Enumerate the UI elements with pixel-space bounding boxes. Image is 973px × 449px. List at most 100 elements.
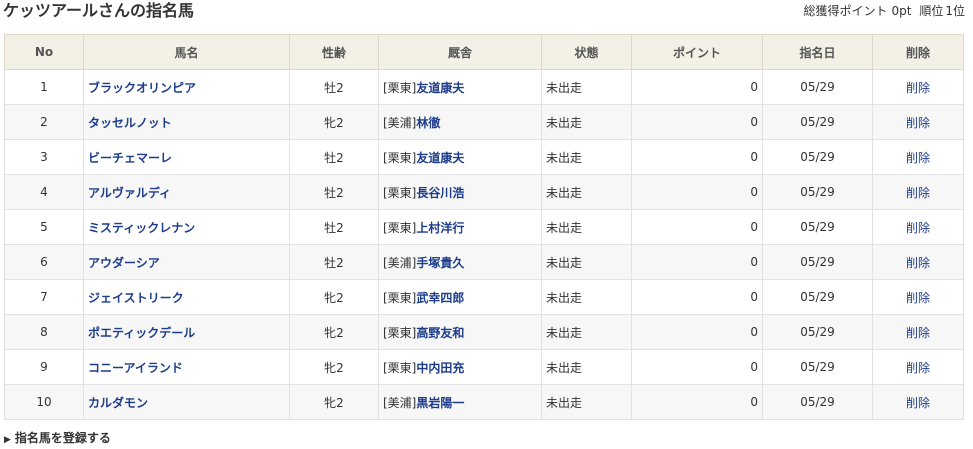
triangle-right-icon: ▶ [4,435,11,445]
col-header-horse: 馬名 [83,34,290,70]
table-row: 3 ビーチェマーレ 牡2 [栗東]友道康夫 未出走 0 05/29 削除 [4,139,964,175]
trainer-link[interactable]: 上村洋行 [416,221,464,235]
delete-cell: 削除 [872,384,964,420]
sex-age: 牡2 [289,244,379,280]
sex-age: 牝2 [289,314,379,350]
delete-link[interactable]: 削除 [906,81,930,95]
table-row: 5 ミスティックレナン 牡2 [栗東]上村洋行 未出走 0 05/29 削除 [4,209,964,245]
rank-value: 1位 [945,4,965,18]
delete-link[interactable]: 削除 [906,291,930,305]
stable-region: [美浦] [383,115,417,130]
points: 0 [631,244,763,280]
pick-date: 05/29 [762,209,873,245]
stable-cell: [栗東]武幸四郎 [378,279,542,315]
horse-name-link[interactable]: ブラックオリンピア [88,81,196,95]
sex-age: 牝2 [289,104,379,140]
horse-name-cell: ジェイストリーク [83,279,290,315]
trainer-link[interactable]: 手塚貴久 [416,256,464,270]
stable-cell: [美浦]林徹 [378,104,542,140]
points: 0 [631,69,763,105]
trainer-link[interactable]: 林徹 [416,116,440,130]
sex-age: 牡2 [289,174,379,210]
table-row: 1 ブラックオリンピア 牡2 [栗東]友道康夫 未出走 0 05/29 削除 [4,69,964,105]
stable-cell: [栗東]中内田充 [378,349,542,385]
table-row: 6 アウダーシア 牡2 [美浦]手塚貴久 未出走 0 05/29 削除 [4,244,964,280]
status: 未出走 [541,69,632,105]
table-row: 10 カルダモン 牝2 [美浦]黒岩陽一 未出走 0 05/29 削除 [4,384,964,420]
trainer-link[interactable]: 高野友和 [416,326,464,340]
picked-horses-table: No 馬名 性齢 厩舎 状態 ポイント 指名日 削除 1 ブラックオリンピア 牡2[… [4,34,964,420]
status: 未出走 [541,174,632,210]
horse-name-link[interactable]: カルダモン [88,396,148,410]
trainer-link[interactable]: 長谷川浩 [416,186,464,200]
pick-date: 05/29 [762,314,873,350]
delete-cell: 削除 [872,104,964,140]
horse-name-link[interactable]: コニーアイランド [88,361,183,375]
stable-region: [栗東] [383,185,417,200]
row-no: 4 [4,174,84,210]
sex-age: 牡2 [289,69,379,105]
status: 未出走 [541,104,632,140]
delete-link[interactable]: 削除 [906,221,930,235]
horse-name-cell: ブラックオリンピア [83,69,290,105]
points: 0 [631,139,763,175]
sex-age: 牝2 [289,384,379,420]
trainer-link[interactable]: 武幸四郎 [416,291,464,305]
delete-link[interactable]: 削除 [906,396,930,410]
row-no: 8 [4,314,84,350]
horse-name-link[interactable]: ジェイストリーク [88,291,184,305]
stable-region: [栗東] [383,290,417,305]
trainer-link[interactable]: 友道康夫 [416,81,464,95]
delete-link[interactable]: 削除 [906,256,930,270]
table-row: 9 コニーアイランド 牝2 [栗東]中内田充 未出走 0 05/29 削除 [4,349,964,385]
horse-name-cell: ビーチェマーレ [83,139,290,175]
pick-date: 05/29 [762,349,873,385]
delete-cell: 削除 [872,314,964,350]
horse-name-link[interactable]: アルヴァルディ [88,186,171,200]
points: 0 [631,314,763,350]
row-no: 9 [4,349,84,385]
rank-label: 順位 [919,4,944,18]
row-no: 6 [4,244,84,280]
row-no: 7 [4,279,84,315]
pick-date: 05/29 [762,279,873,315]
col-header-sex-age: 性齢 [289,34,379,70]
horse-name-cell: タッセルノット [83,104,290,140]
delete-link[interactable]: 削除 [906,326,930,340]
pick-date: 05/29 [762,174,873,210]
table-row: 2 タッセルノット 牝2 [美浦]林徹 未出走 0 05/29 削除 [4,104,964,140]
delete-link[interactable]: 削除 [906,186,930,200]
points-summary: 総獲得ポイント 0pt 順位 1位 [800,3,965,19]
horse-name-cell: アルヴァルディ [83,174,290,210]
horse-name-cell: アウダーシア [83,244,290,280]
stable-cell: [美浦]手塚貴久 [378,244,542,280]
trainer-link[interactable]: 中内田充 [416,361,464,375]
pick-date: 05/29 [762,104,873,140]
horse-name-link[interactable]: アウダーシア [88,256,160,270]
stable-cell: [栗東]上村洋行 [378,209,542,245]
sex-age: 牝2 [289,349,379,385]
horse-name-link[interactable]: ポエティックデール [88,326,195,340]
register-horse-link[interactable]: ▶ 指名馬を登録する [4,430,111,448]
table-row: 8 ポエティックデール 牝2 [栗東]高野友和 未出走 0 05/29 削除 [4,314,964,350]
status: 未出走 [541,244,632,280]
points: 0 [631,349,763,385]
horse-name-link[interactable]: ビーチェマーレ [88,151,172,165]
trainer-link[interactable]: 黒岩陽一 [416,396,464,410]
horse-name-link[interactable]: タッセルノット [88,116,172,130]
sex-age: 牡2 [289,209,379,245]
points: 0 [631,279,763,315]
col-header-no: No [4,34,84,70]
points: 0 [631,209,763,245]
stable-cell: [美浦]黒岩陽一 [378,384,542,420]
delete-link[interactable]: 削除 [906,361,930,375]
stable-region: [栗東] [383,325,417,340]
trainer-link[interactable]: 友道康夫 [416,151,464,165]
stable-cell: [栗東]友道康夫 [378,139,542,175]
horse-name-link[interactable]: ミスティックレナン [88,221,195,235]
delete-link[interactable]: 削除 [906,116,930,130]
status: 未出走 [541,384,632,420]
delete-link[interactable]: 削除 [906,151,930,165]
total-points-value: 0pt [891,4,912,18]
pick-date: 05/29 [762,384,873,420]
